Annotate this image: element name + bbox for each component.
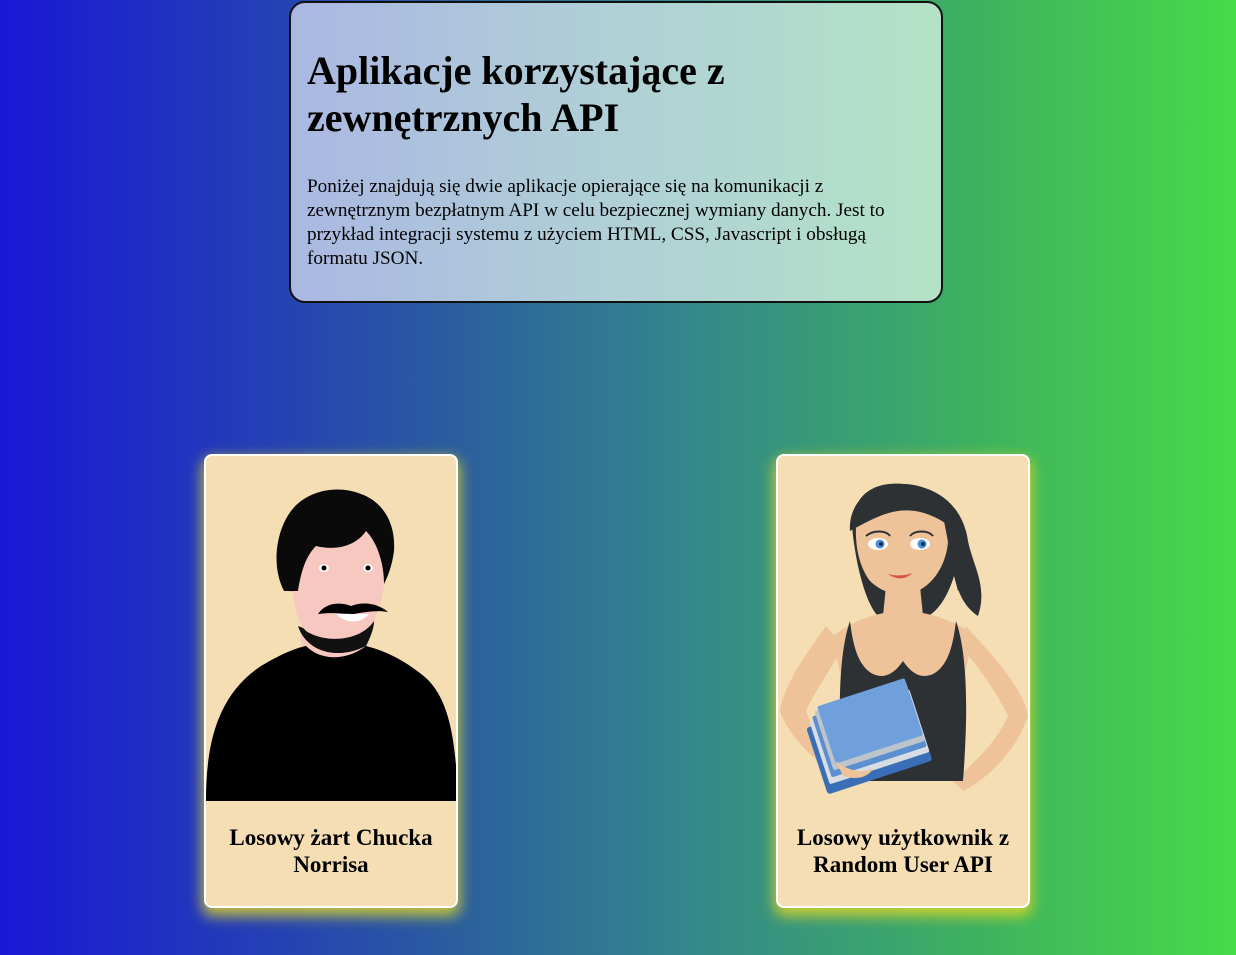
random-user-card-title: Losowy użytkownik z Random User API	[796, 825, 1010, 877]
intro-description: Poniżej znajdują się dwie aplikacje opie…	[307, 176, 885, 269]
chuck-norris-joke-card[interactable]: Losowy żart Chucka Norrisa	[204, 454, 458, 908]
intro-box: Aplikacje korzystające z zewnętrznych AP…	[289, 1, 943, 303]
page-title: Aplikacje korzystające z zewnętrznych AP…	[307, 48, 725, 140]
chuck-norris-joke-card-title: Losowy żart Chucka Norrisa	[229, 825, 433, 877]
woman-with-books-illustration	[780, 483, 1028, 794]
random-user-card[interactable]: Losowy użytkownik z Random User API	[776, 454, 1030, 908]
man-with-mustache-illustration	[206, 489, 456, 801]
